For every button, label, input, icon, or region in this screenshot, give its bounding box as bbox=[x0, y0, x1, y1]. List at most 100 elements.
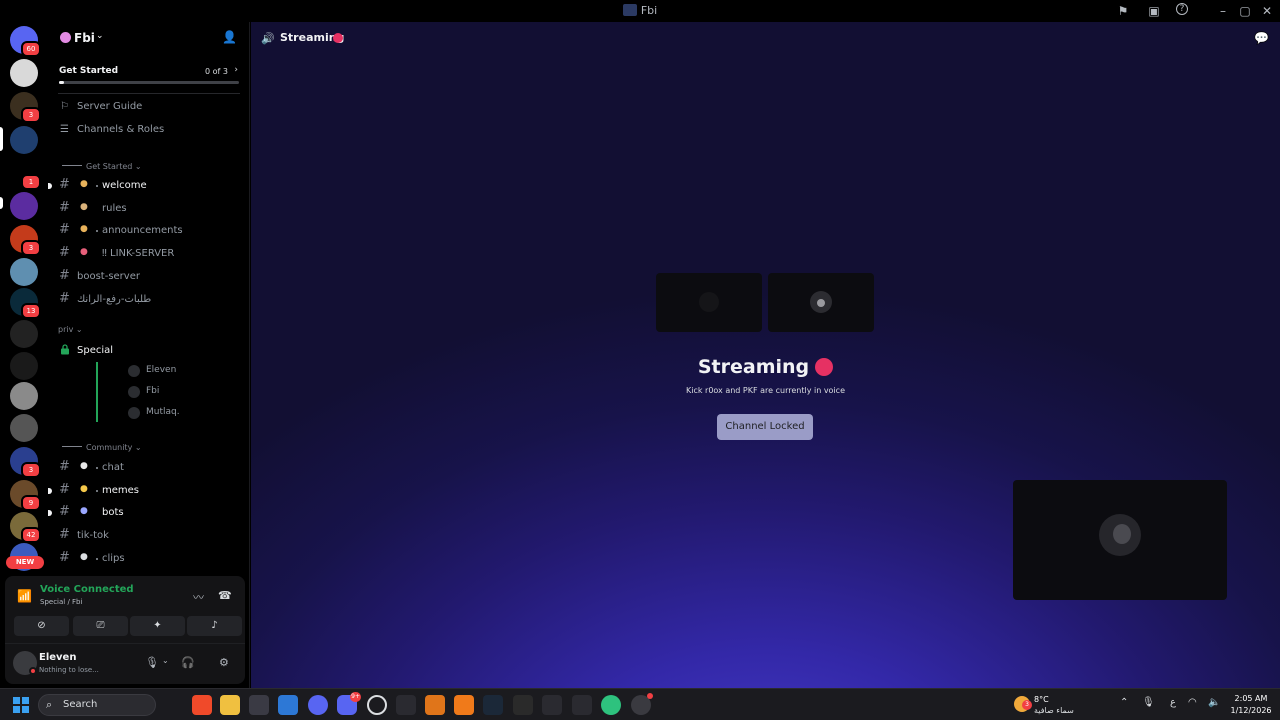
voice-connected-title[interactable]: Voice Connected bbox=[40, 584, 134, 595]
search-label: Search bbox=[63, 699, 98, 710]
microphone-icon[interactable]: 🎙 bbox=[1142, 697, 1155, 708]
channel-bots[interactable]: # ● bots bbox=[48, 503, 242, 523]
brave-browser-icon[interactable] bbox=[192, 695, 212, 715]
microsoft-store-icon[interactable] bbox=[249, 695, 269, 715]
windows-start-icon[interactable] bbox=[13, 697, 29, 713]
search-box[interactable]: ⌕ Search bbox=[38, 694, 156, 716]
channel-tik-tok[interactable]: # tik-tok bbox=[56, 526, 242, 546]
channel-label: ‼ LINK-SERVER bbox=[102, 248, 175, 260]
user-name[interactable]: Eleven bbox=[39, 652, 76, 663]
help-icon[interactable]: ? bbox=[1176, 3, 1188, 15]
steam-icon[interactable] bbox=[483, 695, 503, 715]
app-a-icon[interactable] bbox=[454, 695, 474, 715]
voice-user[interactable]: Mutlaq. bbox=[128, 405, 248, 423]
channel-locked-button[interactable]: Channel Locked bbox=[717, 414, 813, 440]
category-get-started[interactable]: Get Started ⌄ bbox=[62, 162, 242, 176]
microphone-icon[interactable]: 🎙 bbox=[145, 656, 159, 670]
chevron-down-icon[interactable]: ⌄ bbox=[162, 656, 176, 670]
server-dark-icon[interactable] bbox=[10, 352, 38, 380]
soundboard-button[interactable]: ♪ bbox=[187, 616, 242, 636]
hashtag-icon: # bbox=[59, 481, 70, 497]
app-gear-icon[interactable] bbox=[631, 693, 653, 715]
disconnect-icon[interactable]: ☎ bbox=[218, 589, 232, 603]
guild-header[interactable]: Fbi ⌄ 👤 bbox=[48, 22, 250, 54]
get-started-progress[interactable]: Get Started 0 of 3 › bbox=[58, 64, 240, 86]
server-rx-icon[interactable]: 1 bbox=[10, 159, 41, 190]
server-wolf-icon[interactable] bbox=[10, 258, 38, 286]
server-circle-icon[interactable] bbox=[10, 320, 38, 348]
server-gold-icon[interactable]: 42 bbox=[10, 512, 41, 543]
category-priv[interactable]: priv ⌄ bbox=[58, 325, 238, 339]
language-indicator[interactable]: ع bbox=[1170, 697, 1176, 708]
hashtag-icon: # bbox=[59, 290, 70, 306]
hashtag-icon: # bbox=[59, 199, 70, 215]
participant-tile[interactable] bbox=[656, 273, 762, 332]
activities-button[interactable]: ✦ bbox=[130, 616, 185, 636]
headphones-icon[interactable]: 🎧 bbox=[181, 656, 195, 670]
discord-home-icon[interactable]: 60 bbox=[10, 26, 41, 57]
volume-icon[interactable]: 🔈 bbox=[1208, 697, 1220, 708]
tool-icon[interactable] bbox=[542, 695, 562, 715]
server-monster-icon[interactable]: 3 bbox=[10, 92, 41, 123]
channel-[interactable]: # طلبات-رفع-الرانك bbox=[56, 290, 242, 310]
channel-label: announcements bbox=[102, 225, 183, 237]
outlook-icon[interactable] bbox=[278, 695, 298, 715]
epic-games-icon[interactable] bbox=[513, 695, 533, 715]
voice-channel-special[interactable]: Special bbox=[56, 341, 242, 361]
wifi-icon[interactable]: ◠ bbox=[1188, 697, 1197, 708]
app-green-icon[interactable] bbox=[601, 695, 621, 715]
server-mt-icon[interactable]: 3 bbox=[10, 225, 41, 256]
server-bw-icon[interactable] bbox=[10, 414, 38, 442]
channels-roles-link[interactable]: ☰ Channels & Roles bbox=[58, 121, 238, 141]
app-m-icon[interactable] bbox=[572, 695, 592, 715]
server-nox-icon[interactable] bbox=[10, 192, 38, 220]
voice-user[interactable]: Eleven bbox=[128, 363, 248, 381]
close-button[interactable]: ✕ bbox=[1259, 3, 1275, 19]
voice-stage: 🔊 Streaming 💬 Streaming Kick r0ox and PK… bbox=[251, 22, 1280, 688]
voice-connected-subtitle[interactable]: Special / Fbi bbox=[40, 598, 82, 606]
stage-title: Streaming bbox=[251, 356, 1280, 378]
chevron-up-icon[interactable]: ⌃ bbox=[1120, 697, 1128, 708]
discord-icon[interactable] bbox=[308, 695, 328, 715]
channel-boost-server[interactable]: # boost-server bbox=[56, 267, 242, 287]
server-guide-link[interactable]: ⚐ Server Guide bbox=[58, 98, 238, 118]
channel-memes[interactable]: # ● memes bbox=[48, 481, 242, 501]
gear-icon[interactable]: ⚙ bbox=[219, 656, 233, 670]
invite-people-icon[interactable]: 👤 bbox=[222, 30, 238, 46]
server-avatar-icon[interactable] bbox=[10, 59, 38, 87]
server-arabic-icon[interactable]: 9 bbox=[10, 480, 41, 511]
clock[interactable]: 2:05 AM 1/12/2026 bbox=[1226, 693, 1276, 717]
discord-active-icon[interactable]: 9+ bbox=[337, 692, 361, 715]
channel-announcements[interactable]: # ● announcements bbox=[56, 221, 242, 241]
server-flag-icon[interactable]: 3 bbox=[10, 447, 41, 478]
file-explorer-icon[interactable] bbox=[220, 695, 240, 715]
inbox-icon[interactable]: ▣ bbox=[1146, 3, 1162, 19]
weather-widget[interactable]: 3 8°C سماء صافية bbox=[1012, 693, 1102, 717]
voice-user[interactable]: Fbi bbox=[128, 384, 248, 402]
camera-off-button[interactable]: ⊘ bbox=[14, 616, 69, 636]
minimize-button[interactable]: – bbox=[1215, 3, 1231, 19]
screen-share-button[interactable]: ⎚ bbox=[73, 616, 128, 636]
channel-clips[interactable]: # ● clips bbox=[56, 549, 242, 569]
server-skull-icon[interactable] bbox=[10, 382, 38, 410]
category-label: Get Started bbox=[86, 162, 133, 171]
chat-bubble-icon[interactable]: 💬 bbox=[1254, 31, 1269, 45]
hashtag-icon: # bbox=[59, 267, 70, 283]
channel-link-server[interactable]: # ● ‼ LINK-SERVER bbox=[56, 244, 242, 264]
participant-tile[interactable] bbox=[768, 273, 874, 332]
server-a-icon[interactable]: 13 bbox=[10, 288, 41, 319]
maximize-button[interactable]: ▢ bbox=[1237, 3, 1253, 19]
mention-badge: 9 bbox=[21, 495, 41, 511]
category-community[interactable]: Community ⌄ bbox=[62, 443, 242, 457]
self-video-tile[interactable] bbox=[1013, 480, 1227, 600]
flag-icon[interactable]: ⚑ bbox=[1115, 3, 1131, 19]
server-blue-icon[interactable] bbox=[10, 126, 38, 154]
channel-rules[interactable]: # ● rules bbox=[56, 199, 242, 219]
gamepad-icon[interactable] bbox=[396, 695, 416, 715]
channel-welcome[interactable]: # ● welcome bbox=[48, 176, 242, 196]
channel-chat[interactable]: # ● chat bbox=[56, 458, 242, 478]
notification-dot bbox=[647, 693, 653, 699]
noise-suppression-icon[interactable]: 〰 bbox=[193, 589, 207, 604]
steelseries-icon[interactable] bbox=[367, 695, 387, 715]
sublime-icon[interactable] bbox=[425, 695, 445, 715]
